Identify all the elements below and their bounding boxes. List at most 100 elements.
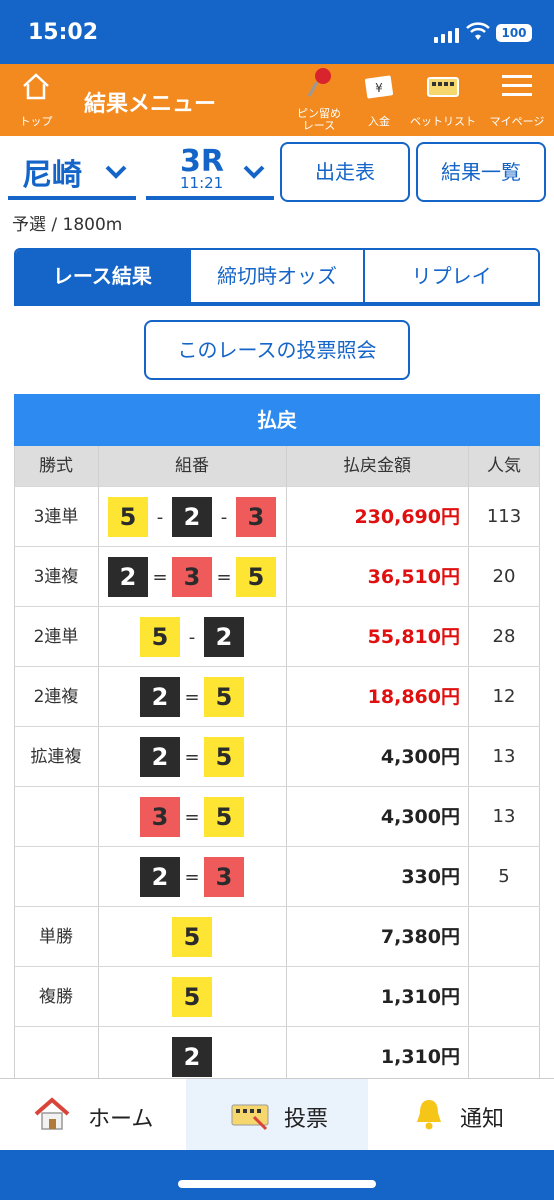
wifi-icon — [466, 22, 490, 40]
payout-amount: 4,300円 — [380, 746, 460, 768]
table-row: 2連単 5-2 55,810円 28 — [14, 606, 540, 666]
bottom-bar — [0, 1150, 554, 1200]
race-time: 11:21 — [180, 174, 224, 192]
combination-separator: = — [184, 746, 200, 768]
tab-closing-odds[interactable]: 締切時オッズ — [190, 250, 366, 302]
combination-separator: - — [156, 506, 164, 528]
payout-amount: 230,690円 — [354, 506, 460, 528]
betlist-label: ベットリスト — [410, 115, 476, 128]
boat-number-box: 2 — [172, 497, 212, 537]
svg-text:¥: ¥ — [375, 81, 383, 95]
nav-home-label: ホーム — [88, 1107, 154, 1132]
nav-notify-label: 通知 — [460, 1107, 505, 1132]
payout-amount: 7,380円 — [380, 926, 460, 948]
popularity: 113 — [486, 506, 522, 527]
signal-icon — [434, 28, 459, 43]
combination: 2 = 3 — [98, 847, 286, 907]
chevron-down-icon — [243, 165, 265, 179]
tab-underline — [14, 302, 540, 306]
page-title: 結果メニュー — [84, 92, 217, 117]
result-tabs: レース結果 締切時オッズ リプレイ — [14, 248, 540, 304]
boat-number-box: 2 — [140, 677, 180, 717]
bet-type: 単勝 — [39, 927, 73, 947]
boat-number-box: 2 — [140, 857, 180, 897]
tab-replay[interactable]: リプレイ — [365, 250, 538, 302]
combination-separator: = — [184, 686, 200, 708]
bottom-nav: ホーム 投票 通知 — [0, 1078, 554, 1151]
status-time: 15:02 — [28, 20, 99, 45]
home-indicator — [178, 1180, 376, 1188]
boat-number-box: 2 — [140, 737, 180, 777]
table-row: 2 1,310円 — [14, 1026, 540, 1086]
combination-separator: = — [184, 806, 200, 828]
race-info: 予選 / 1800m — [12, 215, 123, 235]
payout-amount: 36,510円 — [367, 566, 460, 588]
mypage-label: マイページ — [489, 115, 545, 128]
boat-number-box: 5 — [204, 677, 244, 717]
deposit-button[interactable]: ¥ 入金 — [356, 64, 402, 136]
betlist-button[interactable]: ベットリスト — [410, 64, 476, 136]
mypage-button[interactable]: マイページ — [484, 64, 550, 136]
payout-amount: 18,860円 — [367, 686, 460, 708]
table-row: 単勝 5 7,380円 — [14, 906, 540, 966]
boat-number-box: 5 — [172, 917, 212, 957]
bell-icon — [417, 1100, 441, 1130]
ticket-icon — [231, 1104, 269, 1131]
boat-number-box: 2 — [172, 1037, 212, 1077]
combination-separator: = — [184, 866, 200, 888]
table-row: 複勝 5 1,310円 — [14, 966, 540, 1026]
race-select[interactable]: 3R 11:21 — [146, 144, 274, 200]
deposit-label: 入金 — [368, 115, 390, 128]
house-icon — [34, 1097, 70, 1130]
table-row: 2 = 3 330円 5 — [14, 846, 540, 906]
top-button[interactable]: トップ — [10, 64, 62, 136]
boat-number-box: 3 — [236, 497, 276, 537]
pin-race-button[interactable]: ピン留め レース — [286, 64, 352, 136]
nav-notify[interactable]: 通知 — [370, 1079, 554, 1151]
payout-amount: 4,300円 — [380, 806, 460, 828]
yen-ticket-icon: ¥ — [364, 75, 394, 99]
nav-home[interactable]: ホーム — [0, 1079, 184, 1151]
bet-type: 拡連複 — [30, 747, 82, 767]
bet-type: 2連単 — [33, 627, 79, 647]
boat-number-box: 2 — [204, 617, 244, 657]
table-row: 3連複 2 = 3 = 5 36,510円 20 — [14, 546, 540, 606]
nav-vote[interactable]: 投票 — [186, 1079, 368, 1151]
chevron-down-icon — [105, 165, 127, 179]
popularity — [468, 907, 540, 967]
menu-icon — [502, 75, 532, 96]
combination: 5-2 — [98, 607, 286, 667]
payout-amount: 330円 — [401, 866, 460, 888]
combination-separator: = — [152, 566, 168, 588]
venue-select[interactable]: 尼崎 — [8, 146, 136, 200]
combination: 5 — [98, 907, 286, 967]
entries-button[interactable]: 出走表 — [280, 142, 410, 202]
tab-race-result[interactable]: レース結果 — [16, 250, 191, 302]
combination-separator: - — [188, 626, 196, 648]
boat-number-box: 5 — [140, 617, 180, 657]
boat-number-box: 5 — [204, 797, 244, 837]
boat-number-box: 5 — [172, 977, 212, 1017]
boat-number-box: 5 — [108, 497, 148, 537]
venue-name: 尼崎 — [22, 158, 82, 193]
combination-separator: - — [220, 506, 228, 528]
table-row: 3連単 5-2-3 230,690円 113 — [14, 486, 540, 546]
popularity: 5 — [498, 866, 510, 887]
table-row: 3 = 5 4,300円 13 — [14, 786, 540, 846]
status-bar: 15:02 100 — [0, 0, 554, 64]
bet-type — [14, 847, 98, 907]
payout-amount: 55,810円 — [367, 626, 460, 648]
combination: 2 = 5 — [98, 727, 286, 787]
vote-inquiry-button[interactable]: このレースの投票照会 — [144, 320, 410, 380]
boat-number-box: 3 — [140, 797, 180, 837]
boat-number-box: 3 — [204, 857, 244, 897]
popularity: 20 — [492, 566, 516, 587]
pin-label-line2: レース — [302, 119, 336, 132]
bet-type: 3連複 — [33, 567, 79, 587]
combination: 3 = 5 — [98, 787, 286, 847]
combination: 2 = 5 — [98, 667, 286, 727]
results-list-button[interactable]: 結果一覧 — [416, 142, 546, 202]
top-label: トップ — [19, 115, 53, 128]
combination: 5-2-3 — [98, 487, 286, 547]
popularity: 28 — [492, 626, 516, 647]
